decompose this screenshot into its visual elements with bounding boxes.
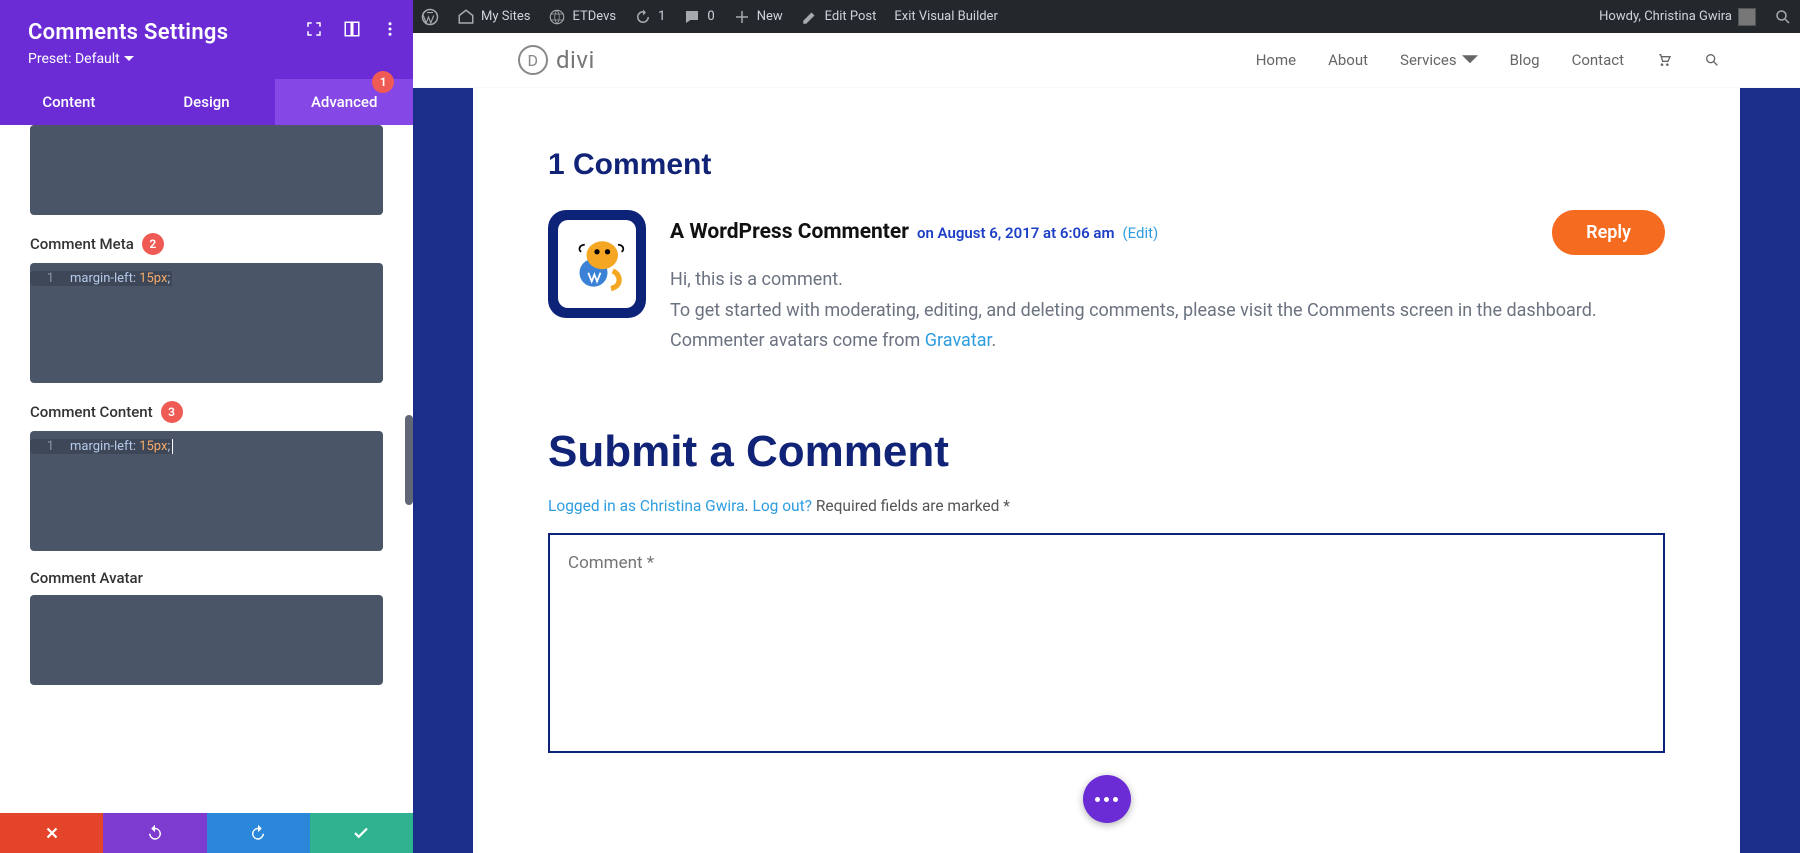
nav-about[interactable]: About — [1328, 51, 1368, 69]
comment-item: A WordPress Commenter on August 6, 2017 … — [548, 210, 1665, 357]
code-editor-comment-avatar[interactable] — [30, 595, 383, 685]
user-avatar — [1738, 8, 1756, 26]
comment-text: Hi, this is a comment. To get started wi… — [670, 265, 1665, 357]
logged-in-link[interactable]: Logged in as Christina Gwira — [548, 497, 745, 515]
cart-icon[interactable] — [1656, 52, 1672, 68]
code-editor-comment-meta[interactable]: 1 margin-left: 15px; — [30, 263, 383, 383]
logout-link[interactable]: Log out? — [752, 497, 812, 515]
wp-admin-bar: My Sites ETDevs 1 0 New Edit Post Exit V… — [413, 0, 1800, 33]
reply-button[interactable]: Reply — [1552, 210, 1665, 255]
wp-new[interactable]: New — [733, 8, 783, 26]
sidebar-header: Comments Settings Preset: Default — [0, 0, 413, 79]
fab-button[interactable] — [1083, 775, 1131, 823]
login-status: Logged in as Christina Gwira. Log out? R… — [548, 497, 1665, 515]
submit-heading: Submit a Comment — [548, 427, 1665, 477]
tab-content[interactable]: Content — [0, 79, 138, 125]
comment-meta: on August 6, 2017 at 6:06 am — [917, 224, 1115, 242]
site-logo[interactable]: D divi — [518, 45, 595, 75]
comment-avatar — [548, 210, 646, 318]
wp-search[interactable] — [1774, 8, 1792, 26]
undo-button[interactable] — [103, 813, 206, 853]
wp-comments[interactable]: 0 — [683, 8, 714, 26]
nav-home[interactable]: Home — [1256, 51, 1296, 69]
sidebar-tabs: Content Design Advanced 1 — [0, 79, 413, 125]
settings-sidebar: Comments Settings Preset: Default Conten… — [0, 0, 413, 853]
search-icon[interactable] — [1704, 52, 1720, 68]
wp-logo[interactable] — [421, 8, 439, 26]
sidebar-footer — [0, 813, 413, 853]
code-editor-comment-content[interactable]: 1 margin-left: 15px; — [30, 431, 383, 551]
field-label-comment-meta: Comment Meta 2 — [30, 233, 383, 255]
comment-edit-link[interactable]: (Edit) — [1123, 224, 1159, 242]
nav-services[interactable]: Services — [1400, 51, 1478, 69]
tab-design[interactable]: Design — [138, 79, 276, 125]
field-label-comment-content: Comment Content 3 — [30, 401, 383, 423]
wp-edit[interactable]: Edit Post — [801, 8, 877, 26]
tab-badge: 1 — [372, 71, 394, 93]
cancel-button[interactable] — [0, 813, 103, 853]
page-frame: 1 Comment — [413, 88, 1800, 853]
nav-blog[interactable]: Blog — [1510, 51, 1540, 69]
wp-exit-builder[interactable]: Exit Visual Builder — [894, 9, 997, 24]
main-nav: Home About Services Blog Contact — [1256, 51, 1720, 69]
comment-textarea[interactable] — [548, 533, 1665, 753]
wp-updates[interactable]: 1 — [634, 8, 665, 26]
wp-site[interactable]: ETDevs — [548, 8, 616, 26]
scrollbar[interactable] — [405, 415, 413, 505]
nav-contact[interactable]: Contact — [1572, 51, 1624, 69]
tab-advanced[interactable]: Advanced 1 — [275, 79, 413, 125]
columns-icon[interactable] — [343, 20, 361, 38]
expand-icon[interactable] — [305, 20, 323, 38]
site-header: D divi Home About Services Blog Contact — [413, 33, 1800, 88]
redo-button[interactable] — [207, 813, 310, 853]
more-icon[interactable] — [381, 20, 399, 38]
sidebar-body: Comment Meta 2 1 margin-left: 15px; Comm… — [0, 125, 413, 813]
wp-howdy[interactable]: Howdy, Christina Gwira — [1599, 8, 1756, 26]
comments-heading: 1 Comment — [548, 148, 1665, 182]
wp-mysites[interactable]: My Sites — [457, 8, 530, 26]
code-editor-prev[interactable] — [30, 125, 383, 215]
field-label-comment-avatar: Comment Avatar — [30, 569, 383, 587]
comment-author: A WordPress Commenter — [670, 220, 909, 244]
preset-dropdown[interactable]: Preset: Default — [28, 51, 385, 67]
gravatar-link[interactable]: Gravatar — [925, 330, 992, 351]
save-button[interactable] — [310, 813, 413, 853]
page-canvas: 1 Comment — [473, 88, 1740, 853]
wapuu-icon — [569, 236, 625, 292]
